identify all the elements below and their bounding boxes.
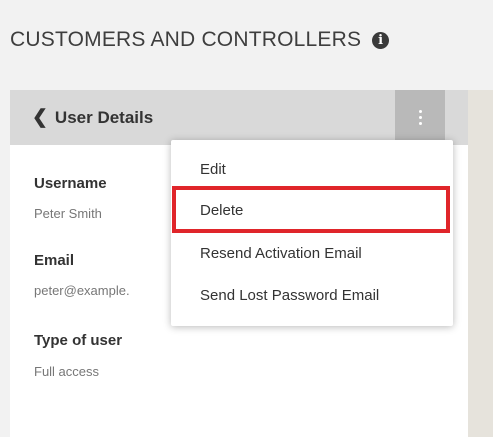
email-value: peter@example.	[34, 283, 130, 298]
chevron-left-icon: ❮	[32, 107, 48, 128]
back-label: User Details	[54, 107, 154, 127]
username-label: Username	[34, 175, 107, 192]
map-background	[468, 90, 493, 437]
back-button[interactable]: ❮ User Details	[32, 90, 153, 145]
page-title-text: CUSTOMERS AND CONTROLLERS	[10, 28, 362, 51]
info-icon[interactable]: i	[372, 31, 390, 49]
kebab-menu-icon	[418, 110, 422, 125]
delete-highlight-box	[172, 186, 450, 233]
email-label: Email	[34, 252, 75, 269]
panel-header: ❮ User Details	[10, 90, 468, 145]
menu-item-send-lost-password-email[interactable]: Send Lost Password Email	[200, 287, 379, 304]
options-dropdown-menu: Edit Delete Resend Activation Email Send…	[171, 140, 453, 326]
username-value: Peter Smith	[34, 206, 102, 221]
more-options-button[interactable]	[395, 90, 445, 145]
page-title: CUSTOMERS AND CONTROLLERS i	[10, 28, 390, 52]
user-type-value: Full access	[34, 364, 100, 379]
user-type-label: Type of user	[34, 332, 123, 349]
menu-item-edit[interactable]: Edit	[200, 161, 226, 178]
menu-item-resend-activation-email[interactable]: Resend Activation Email	[200, 245, 362, 262]
